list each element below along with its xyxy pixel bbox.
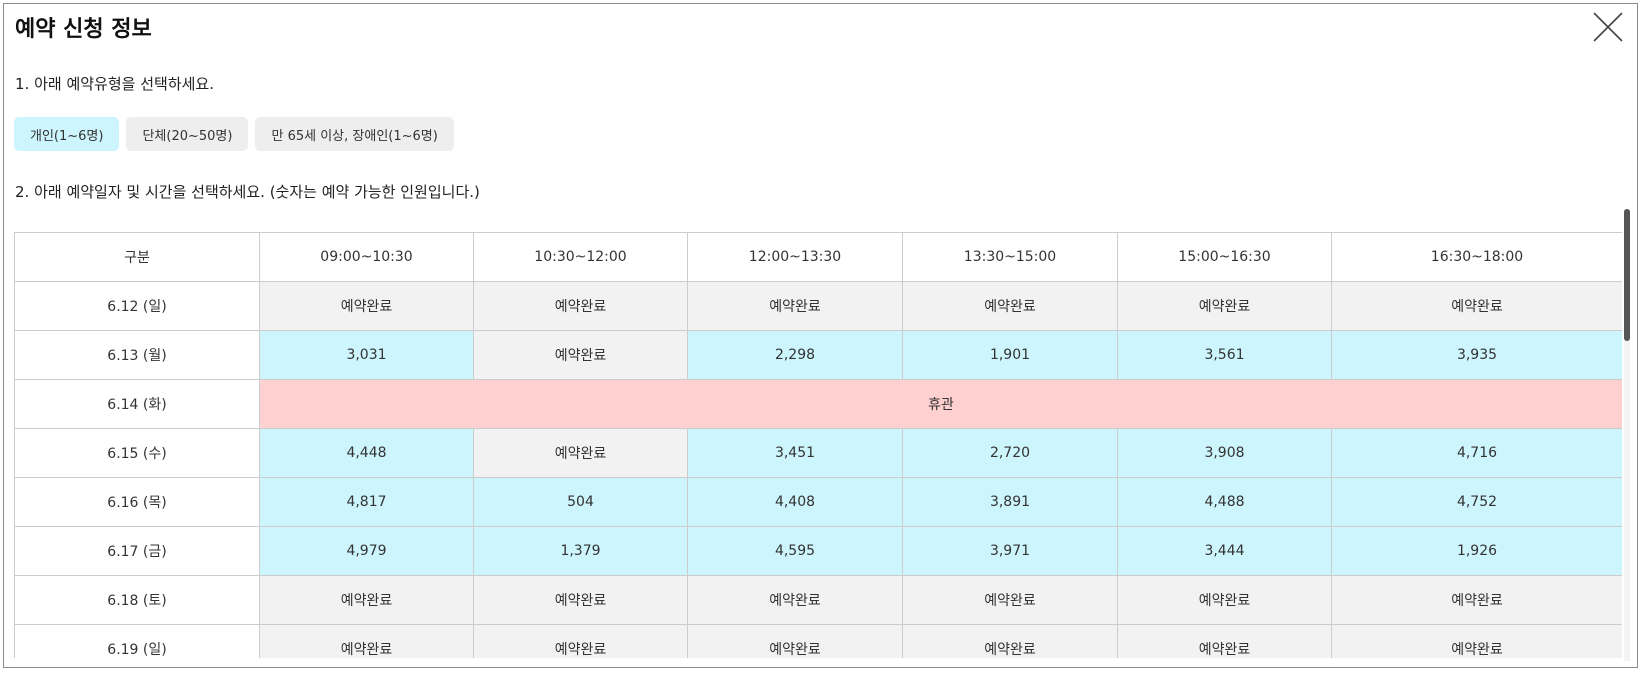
slot-booked-cell: 예약완료	[473, 624, 688, 658]
header-cell-time: 15:00~16:30	[1117, 232, 1332, 282]
slot-booked-cell: 예약완료	[259, 281, 474, 331]
table-row: 6.17 (금) 4,979 1,379 4,595 3,971 3,444 1,926	[14, 526, 1622, 576]
slot-booked-cell: 예약완료	[473, 575, 688, 625]
date-cell: 6.15 (수)	[14, 428, 260, 478]
header-cell-time: 16:30~18:00	[1331, 232, 1622, 282]
schedule-header-row: 구분 09:00~10:30 10:30~12:00 12:00~13:30 1…	[14, 232, 1622, 282]
slot-available-cell[interactable]: 3,561	[1117, 330, 1332, 380]
slot-booked-cell: 예약완료	[1331, 575, 1622, 625]
slot-available-cell[interactable]: 3,935	[1331, 330, 1622, 380]
slot-available-cell[interactable]: 4,448	[259, 428, 474, 478]
slot-available-cell[interactable]: 3,451	[687, 428, 903, 478]
slot-booked-cell: 예약완료	[687, 624, 903, 658]
slot-booked-cell: 예약완료	[687, 575, 903, 625]
table-row: 6.18 (토) 예약완료 예약완료 예약완료 예약완료 예약완료 예약완료	[14, 575, 1622, 625]
slot-available-cell[interactable]: 1,379	[473, 526, 688, 576]
slot-booked-cell: 예약완료	[473, 281, 688, 331]
slot-available-cell[interactable]: 3,031	[259, 330, 474, 380]
slot-available-cell[interactable]: 3,908	[1117, 428, 1332, 478]
scrollbar[interactable]	[1624, 209, 1630, 661]
header-cell-time: 09:00~10:30	[259, 232, 474, 282]
closed-cell: 휴관	[259, 379, 1622, 429]
schedule-table-container: 구분 09:00~10:30 10:30~12:00 12:00~13:30 1…	[14, 232, 1622, 658]
scrollbar-thumb[interactable]	[1624, 209, 1630, 341]
slot-available-cell[interactable]: 3,444	[1117, 526, 1332, 576]
slot-available-cell[interactable]: 1,901	[902, 330, 1118, 380]
date-cell: 6.16 (목)	[14, 477, 260, 527]
slot-available-cell[interactable]: 2,720	[902, 428, 1118, 478]
slot-available-cell[interactable]: 4,752	[1331, 477, 1622, 527]
slot-available-cell[interactable]: 1,926	[1331, 526, 1622, 576]
date-cell: 6.19 (일)	[14, 624, 260, 658]
schedule-table: 구분 09:00~10:30 10:30~12:00 12:00~13:30 1…	[14, 232, 1622, 658]
type-individual-button[interactable]: 개인(1~6명)	[14, 117, 120, 151]
table-row: 6.12 (일) 예약완료 예약완료 예약완료 예약완료 예약완료 예약완료	[14, 281, 1622, 331]
slot-available-cell[interactable]: 3,971	[902, 526, 1118, 576]
slot-booked-cell: 예약완료	[473, 428, 688, 478]
slot-booked-cell: 예약완료	[1117, 281, 1332, 331]
slot-available-cell[interactable]: 4,817	[259, 477, 474, 527]
slot-available-cell[interactable]: 4,595	[687, 526, 903, 576]
slot-booked-cell: 예약완료	[259, 624, 474, 658]
header-cell-time: 10:30~12:00	[473, 232, 688, 282]
type-senior-disabled-button[interactable]: 만 65세 이상, 장애인(1~6명)	[255, 117, 454, 151]
schedule-body: 6.12 (일) 예약완료 예약완료 예약완료 예약완료 예약완료 예약완료 6.13 (월)…	[14, 281, 1622, 658]
date-cell: 6.18 (토)	[14, 575, 260, 625]
date-cell: 6.13 (월)	[14, 330, 260, 380]
slot-booked-cell: 예약완료	[902, 624, 1118, 658]
slot-booked-cell: 예약완료	[902, 281, 1118, 331]
slot-available-cell[interactable]: 3,891	[902, 477, 1118, 527]
slot-booked-cell: 예약완료	[1331, 281, 1622, 331]
close-button[interactable]	[1591, 10, 1625, 44]
date-cell: 6.14 (화)	[14, 379, 260, 429]
table-row: 6.14 (화) 휴관	[14, 379, 1622, 429]
table-row: 6.15 (수) 4,448 예약완료 3,451 2,720 3,908 4,716	[14, 428, 1622, 478]
slot-booked-cell: 예약완료	[902, 575, 1118, 625]
slot-available-cell[interactable]: 504	[473, 477, 688, 527]
reservation-type-group: 개인(1~6명) 단체(20~50명) 만 65세 이상, 장애인(1~6명)	[14, 117, 454, 151]
dialog-title: 예약 신청 정보	[15, 17, 152, 42]
type-group-button[interactable]: 단체(20~50명)	[126, 117, 249, 151]
slot-available-cell[interactable]: 2,298	[687, 330, 903, 380]
slot-booked-cell: 예약완료	[259, 575, 474, 625]
header-cell-category: 구분	[14, 232, 260, 282]
slot-available-cell[interactable]: 4,488	[1117, 477, 1332, 527]
header-cell-time: 13:30~15:00	[902, 232, 1118, 282]
table-row: 6.13 (월) 3,031 예약완료 2,298 1,901 3,561 3,935	[14, 330, 1622, 380]
slot-available-cell[interactable]: 4,408	[687, 477, 903, 527]
header-cell-time: 12:00~13:30	[687, 232, 903, 282]
date-cell: 6.12 (일)	[14, 281, 260, 331]
slot-booked-cell: 예약완료	[687, 281, 903, 331]
date-cell: 6.17 (금)	[14, 526, 260, 576]
slot-booked-cell: 예약완료	[473, 330, 688, 380]
table-row: 6.19 (일) 예약완료 예약완료 예약완료 예약완료 예약완료 예약완료	[14, 624, 1622, 658]
reservation-dialog: 예약 신청 정보 1. 아래 예약유형을 선택하세요. 개인(1~6명) 단체(…	[3, 3, 1638, 668]
slot-available-cell[interactable]: 4,979	[259, 526, 474, 576]
step1-instruction: 1. 아래 예약유형을 선택하세요.	[15, 75, 214, 93]
slot-booked-cell: 예약완료	[1331, 624, 1622, 658]
close-icon	[1593, 12, 1623, 42]
table-row: 6.16 (목) 4,817 504 4,408 3,891 4,488 4,752	[14, 477, 1622, 527]
step2-instruction: 2. 아래 예약일자 및 시간을 선택하세요. (숫자는 예약 가능한 인원입니…	[15, 183, 480, 201]
slot-booked-cell: 예약완료	[1117, 624, 1332, 658]
slot-booked-cell: 예약완료	[1117, 575, 1332, 625]
slot-available-cell[interactable]: 4,716	[1331, 428, 1622, 478]
